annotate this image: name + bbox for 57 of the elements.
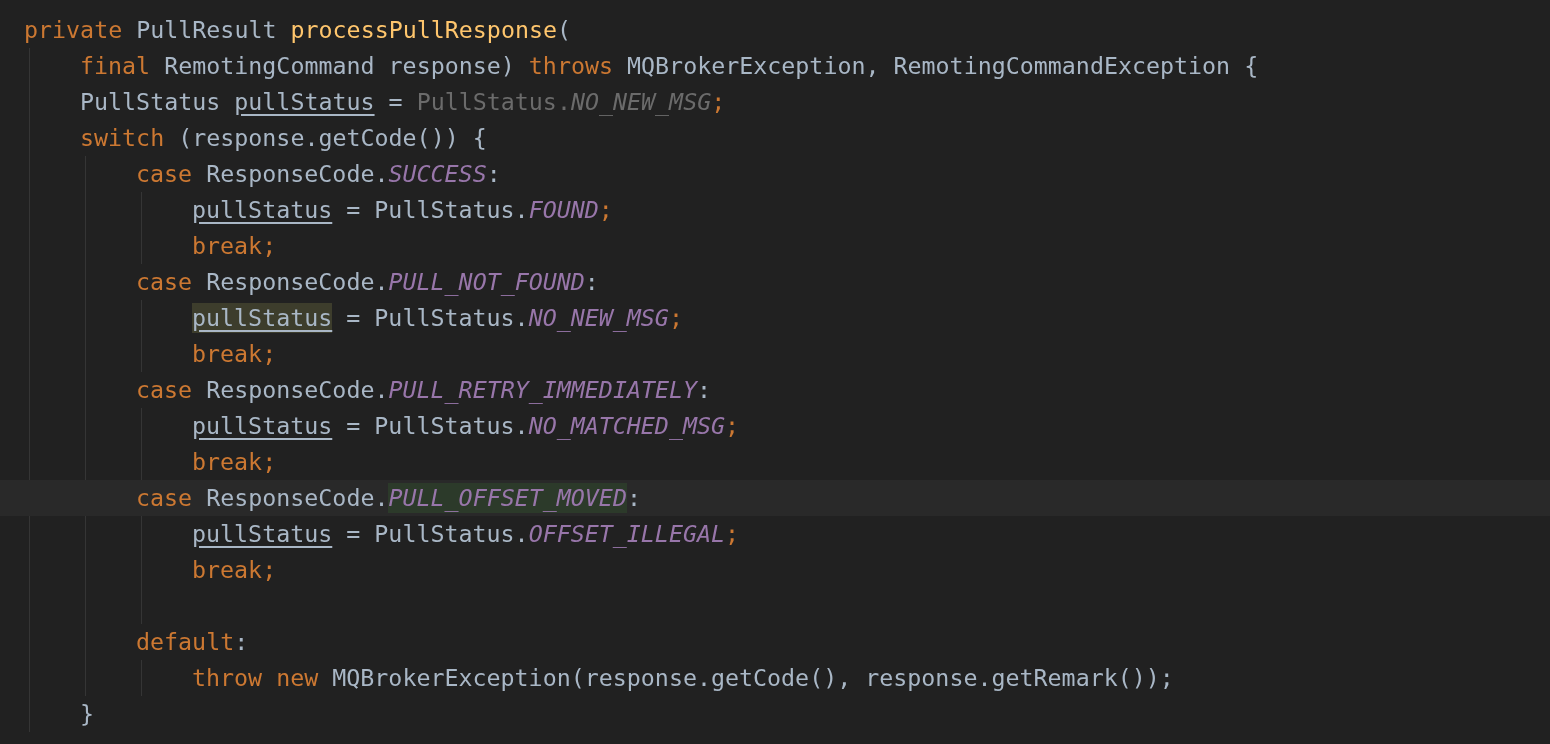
keyword: break; xyxy=(192,231,277,261)
constant-name: PULL_RETRY_IMMEDIATELY xyxy=(388,375,698,405)
keyword: break; xyxy=(192,447,277,477)
keyword: break; xyxy=(192,339,277,369)
keyword: ; xyxy=(725,411,740,441)
code-text: ( xyxy=(557,15,572,45)
keyword: case xyxy=(136,267,193,297)
constant-name: PULL_NOT_FOUND xyxy=(388,267,585,297)
variable-name: pullStatus xyxy=(192,519,333,549)
keyword: case xyxy=(136,375,193,405)
keyword: ; xyxy=(711,87,726,117)
code-text: : xyxy=(234,627,249,657)
code-text: } xyxy=(80,699,95,729)
code-text: MQBrokerException(response.getCode(), response.getRemark()); xyxy=(331,663,1174,693)
keyword: case xyxy=(136,483,193,513)
constant-name: NO_MATCHED_MSG xyxy=(528,411,725,441)
code-text: PullResult xyxy=(135,15,278,45)
code-text: MQBrokerException, RemotingCommandException { xyxy=(626,51,1259,81)
keyword: throws xyxy=(528,51,613,81)
constant-name: NO_NEW_MSG xyxy=(528,303,669,333)
method-name: processPullResponse xyxy=(290,15,557,45)
code-text: RemotingCommand response) xyxy=(163,51,516,81)
code-text: ResponseCode. xyxy=(205,375,389,405)
keyword: case xyxy=(136,159,193,189)
keyword: switch xyxy=(80,123,165,153)
code-text: ResponseCode. xyxy=(205,267,389,297)
code-text: : xyxy=(584,267,599,297)
keyword: private xyxy=(24,15,123,45)
constant-name: PULL_OFFSET_MOVED xyxy=(388,483,627,513)
code-text: : xyxy=(626,483,641,513)
code-text: = PullStatus. xyxy=(345,519,529,549)
code-text: ResponseCode. xyxy=(205,483,389,513)
keyword: break; xyxy=(192,555,277,585)
code-text: : xyxy=(697,375,712,403)
keyword: final xyxy=(80,51,151,81)
code-text: (response.getCode()) { xyxy=(177,123,487,153)
code-text: : xyxy=(486,159,501,189)
code-text: = xyxy=(387,87,404,117)
keyword: default xyxy=(136,627,235,657)
variable-name: pullStatus xyxy=(234,87,375,117)
code-text: = PullStatus. xyxy=(345,303,529,331)
constant-name: OFFSET_ILLEGAL xyxy=(528,519,725,549)
code-text: ResponseCode. xyxy=(205,159,389,189)
keyword: throw new xyxy=(192,663,319,693)
keyword: ; xyxy=(725,519,740,549)
keyword: ; xyxy=(598,195,613,225)
variable-name: pullStatus xyxy=(192,195,333,225)
constant-name: SUCCESS xyxy=(388,159,487,189)
constant-name: FOUND xyxy=(528,195,599,225)
code-text: = PullStatus. xyxy=(345,411,529,439)
code-text: = PullStatus. xyxy=(345,195,529,225)
code-text: PullStatus. xyxy=(416,87,571,117)
keyword: ; xyxy=(668,303,683,333)
variable-name: pullStatus xyxy=(192,303,333,333)
variable-name: pullStatus xyxy=(192,411,333,441)
code-text: PullStatus xyxy=(80,87,222,117)
constant-name: NO_NEW_MSG xyxy=(570,87,712,117)
